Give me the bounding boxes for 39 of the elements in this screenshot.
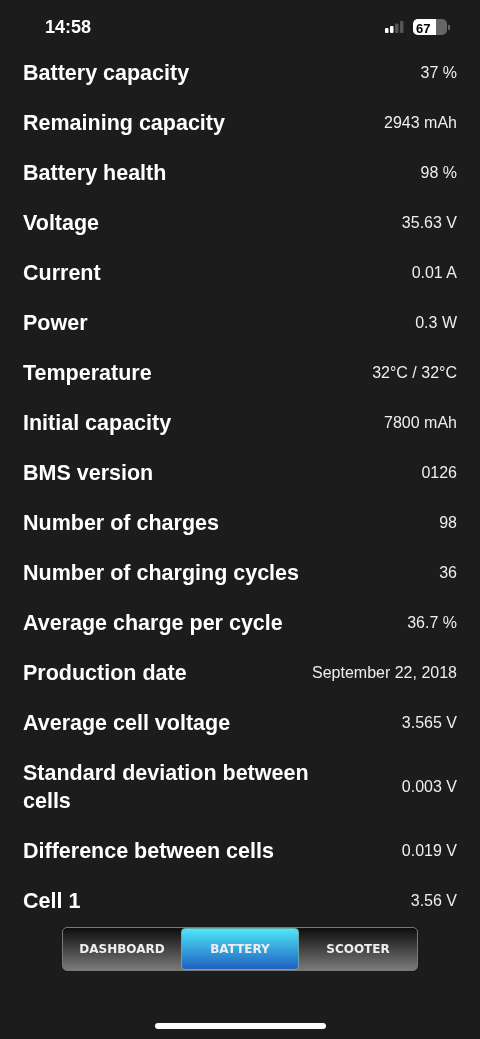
field-label: Current — [23, 260, 101, 287]
field-label: Number of charging cycles — [23, 560, 299, 587]
field-value: 3.56 V — [410, 892, 457, 910]
status-time: 14:58 — [45, 16, 92, 38]
field-label: Remaining capacity — [23, 110, 225, 137]
field-value: 98 % — [420, 164, 457, 182]
field-value: 2943 mAh — [384, 114, 457, 132]
tab[interactable]: SCOOTER — [299, 928, 417, 970]
field-label: Initial capacity — [23, 410, 172, 437]
field-label: Voltage — [23, 210, 100, 237]
field-value: 0.01 A — [411, 264, 457, 282]
field-label: Battery health — [23, 160, 167, 187]
field-label: Difference between cells — [23, 838, 274, 865]
field-value: 0126 — [421, 464, 457, 482]
battery-percentage: 67 — [416, 21, 431, 35]
field-value: 98 — [439, 514, 457, 532]
tab[interactable]: DASHBOARD — [63, 928, 181, 970]
field-label: Power — [23, 310, 88, 337]
field-label: Battery capacity — [23, 60, 190, 87]
field-value: 36.7 % — [407, 614, 457, 632]
field-label: Production date — [23, 660, 187, 687]
field-value: 32°C / 32°C — [372, 364, 457, 382]
field-label: Standard deviation between cells — [23, 760, 310, 815]
field-value: 7800 mAh — [384, 414, 457, 432]
field-value: September 22, 2018 — [312, 664, 457, 682]
field-value: 35.63 V — [401, 214, 457, 232]
field-value: 37 % — [420, 64, 457, 82]
field-value: 0.3 W — [415, 314, 457, 332]
field-label: Average cell voltage — [23, 710, 231, 737]
field-value: 3.565 V — [401, 714, 457, 732]
field-label: BMS version — [23, 460, 154, 487]
field-label: Cell 1 — [23, 888, 81, 915]
field-value: 0.019 V — [401, 842, 457, 860]
field-value: 36 — [439, 564, 457, 582]
field-label: Temperature — [23, 360, 152, 387]
field-value: 0.003 V — [401, 778, 457, 796]
signal-icon — [385, 21, 405, 33]
field-label: Number of charges — [23, 510, 219, 537]
field-label: Average charge per cycle — [23, 610, 283, 637]
